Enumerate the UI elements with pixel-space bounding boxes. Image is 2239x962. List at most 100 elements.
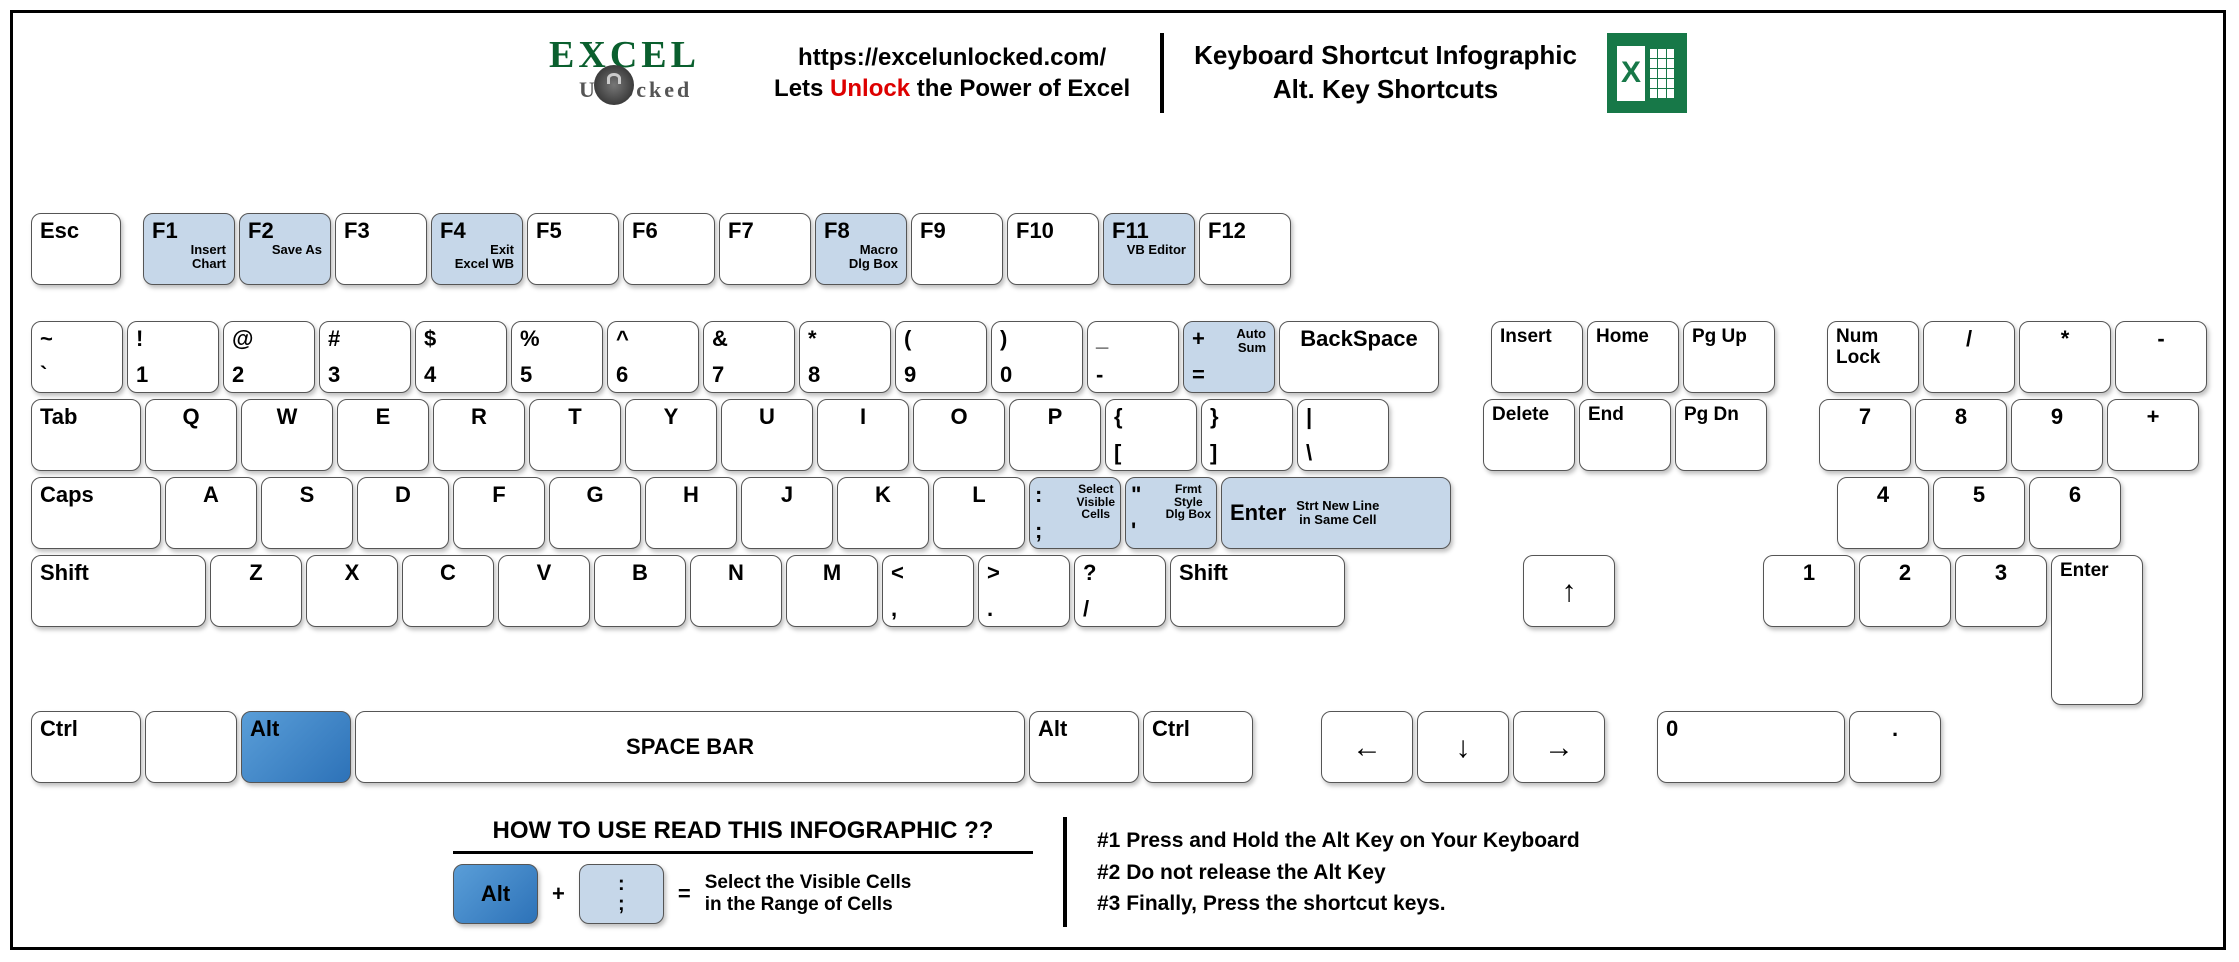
key-ctrl-left: Ctrl [31, 711, 141, 783]
key-q: Q [145, 399, 237, 471]
key-h: H [645, 477, 737, 549]
key-num-0: 0 [1657, 711, 1845, 783]
key-f8: F8Macro Dlg Box [815, 213, 907, 285]
key-t: T [529, 399, 621, 471]
key-period: >. [978, 555, 1070, 627]
key-num-star: * [2019, 321, 2111, 393]
key-win-left [145, 711, 237, 783]
key-slash: ?/ [1074, 555, 1166, 627]
key-u: U [721, 399, 813, 471]
keyboard: Esc F1Insert Chart F2Save As F3 F4Exit E… [31, 213, 2211, 789]
key-f9: F9 [911, 213, 1003, 285]
key-7: &7 [703, 321, 795, 393]
logo-block: EXCEL Unlocked https://excelunlocked.com… [549, 33, 1130, 113]
key-ctrl-right: Ctrl [1143, 711, 1253, 783]
row-qwerty: Tab Q W E R T Y U I O P {[ }] |\ Delete … [31, 399, 2211, 471]
key-0: )0 [991, 321, 1083, 393]
key-p: P [1009, 399, 1101, 471]
header: EXCEL Unlocked https://excelunlocked.com… [13, 13, 2223, 123]
key-shift-left: Shift [31, 555, 206, 627]
key-num-3: 3 [1955, 555, 2047, 627]
key-i: I [817, 399, 909, 471]
key-8: *8 [799, 321, 891, 393]
key-f6: F6 [623, 213, 715, 285]
key-c: C [402, 555, 494, 627]
example-alt-key: Alt [453, 864, 538, 924]
header-divider [1160, 33, 1164, 113]
key-equals: +Auto Sum = [1183, 321, 1275, 393]
step-3: #3 Finally, Press the shortcut keys. [1097, 888, 1580, 920]
key-num-5: 5 [1933, 477, 2025, 549]
key-num-2: 2 [1859, 555, 1951, 627]
key-quote: "' Frmt Style Dlg Box [1125, 477, 1217, 549]
key-tilde: ~` [31, 321, 123, 393]
infographic-frame: EXCEL Unlocked https://excelunlocked.com… [10, 10, 2226, 950]
excel-icon: X [1607, 33, 1687, 113]
example-plus: + [552, 881, 565, 907]
title-block: Keyboard Shortcut Infographic Alt. Key S… [1194, 39, 1577, 107]
key-esc: Esc [31, 213, 121, 285]
key-insert: Insert [1491, 321, 1583, 393]
key-alt-left: Alt [241, 711, 351, 783]
key-k: K [837, 477, 929, 549]
site-url: https://excelunlocked.com/ [774, 42, 1130, 73]
key-v: V [498, 555, 590, 627]
key-num-8: 8 [1915, 399, 2007, 471]
key-f7: F7 [719, 213, 811, 285]
step-2: #2 Do not release the Alt Key [1097, 857, 1580, 889]
howto-block: HOW TO USE READ THIS INFOGRAPHIC ?? Alt … [453, 817, 1033, 924]
key-b: B [594, 555, 686, 627]
key-num-4: 4 [1837, 477, 1929, 549]
key-backspace: BackSpace [1279, 321, 1439, 393]
key-arrow-right: → [1513, 711, 1605, 783]
key-num-enter: Enter [2051, 555, 2143, 705]
key-l: L [933, 477, 1025, 549]
key-enter: Enter Strt New Line in Same Cell [1221, 477, 1451, 549]
key-f10: F10 [1007, 213, 1099, 285]
tagline: https://excelunlocked.com/ Lets Unlock t… [774, 42, 1130, 104]
key-g: G [549, 477, 641, 549]
key-home: Home [1587, 321, 1679, 393]
key-f1: F1Insert Chart [143, 213, 235, 285]
lock-icon [594, 65, 634, 105]
key-w: W [241, 399, 333, 471]
key-o: O [913, 399, 1005, 471]
key-s: S [261, 477, 353, 549]
key-pgup: Pg Up [1683, 321, 1775, 393]
site-tagline: Lets Unlock the Power of Excel [774, 73, 1130, 104]
key-num-7: 7 [1819, 399, 1911, 471]
key-tab: Tab [31, 399, 141, 471]
row-home: Caps A S D F G H J K L :; Select Visible… [31, 477, 2211, 549]
key-3: #3 [319, 321, 411, 393]
key-9: (9 [895, 321, 987, 393]
key-num-1: 1 [1763, 555, 1855, 627]
key-num-6: 6 [2029, 477, 2121, 549]
key-f2: F2Save As [239, 213, 331, 285]
example-result: Select the Visible Cells in the Range of… [705, 872, 925, 916]
key-f: F [453, 477, 545, 549]
key-end: End [1579, 399, 1671, 471]
key-5: %5 [511, 321, 603, 393]
example-semi-key: : ; [579, 864, 664, 924]
excel-icon-sheet [1647, 46, 1677, 101]
key-d: D [357, 477, 449, 549]
row-function: Esc F1Insert Chart F2Save As F3 F4Exit E… [31, 213, 2211, 285]
key-delete: Delete [1483, 399, 1575, 471]
key-2: @2 [223, 321, 315, 393]
row-numbers: ~` !1 @2 #3 $4 %5 ^6 &7 *8 (9 )0 _- +Aut… [31, 321, 2211, 393]
key-shift-right: Shift [1170, 555, 1345, 627]
key-caps: Caps [31, 477, 161, 549]
key-arrow-left: ← [1321, 711, 1413, 783]
key-f12: F12 [1199, 213, 1291, 285]
key-j: J [741, 477, 833, 549]
site-logo: EXCEL Unlocked [549, 33, 749, 113]
key-x: X [306, 555, 398, 627]
key-num-minus: - [2115, 321, 2207, 393]
howto-example: Alt + : ; = Select the Visible Cells in … [453, 864, 1033, 924]
key-arrow-down: ↓ [1417, 711, 1509, 783]
example-equals: = [678, 881, 691, 907]
title-line1: Keyboard Shortcut Infographic [1194, 39, 1577, 73]
key-semicolon: :; Select Visible Cells [1029, 477, 1121, 549]
excel-icon-x: X [1617, 46, 1645, 101]
key-spacebar: SPACE BAR [355, 711, 1025, 783]
